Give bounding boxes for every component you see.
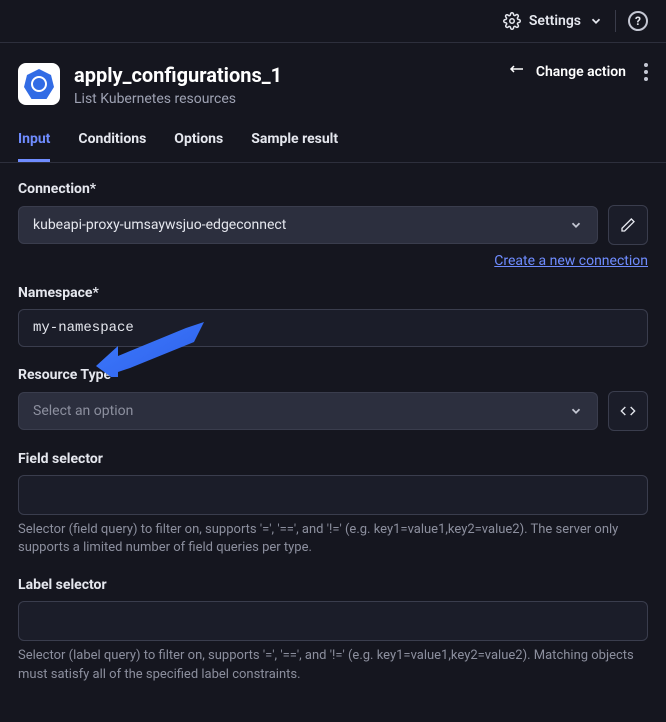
field-selector-label: Field selector xyxy=(18,451,648,467)
edit-connection-button[interactable] xyxy=(608,205,648,245)
page-title: apply_configurations_1 xyxy=(74,63,282,87)
settings-button[interactable]: Settings xyxy=(503,12,603,30)
create-connection-link[interactable]: Create a new connection xyxy=(18,253,648,269)
resource-type-select[interactable]: Select an option xyxy=(18,392,598,430)
pencil-icon xyxy=(620,217,636,233)
connection-select[interactable]: kubeapi-proxy-umsaywsjuo-edgeconnect xyxy=(18,206,598,244)
help-icon[interactable]: ? xyxy=(628,11,648,31)
tab-input[interactable]: Input xyxy=(18,123,50,162)
tab-options[interactable]: Options xyxy=(174,123,223,162)
resource-type-placeholder: Select an option xyxy=(33,403,133,419)
chevron-down-icon xyxy=(569,218,583,232)
label-selector-input[interactable] xyxy=(18,601,648,641)
settings-label: Settings xyxy=(529,13,581,29)
chevron-down-icon xyxy=(569,404,583,418)
namespace-label: Namespace* xyxy=(18,285,648,301)
page-subtitle: List Kubernetes resources xyxy=(74,91,282,107)
code-icon xyxy=(619,403,637,419)
tab-conditions[interactable]: Conditions xyxy=(78,123,146,162)
field-selector-input[interactable] xyxy=(18,475,648,515)
label-selector-helper: Selector (label query) to filter on, sup… xyxy=(18,647,648,683)
toggle-code-button[interactable] xyxy=(608,391,648,431)
namespace-input[interactable] xyxy=(18,309,648,347)
connection-label: Connection* xyxy=(18,181,648,197)
swap-icon xyxy=(508,64,526,80)
tab-sample-result[interactable]: Sample result xyxy=(251,123,338,162)
chevron-down-icon xyxy=(589,14,603,28)
kubernetes-icon xyxy=(18,63,60,105)
more-menu-button[interactable] xyxy=(644,63,648,81)
divider xyxy=(615,10,616,32)
change-action-button[interactable]: Change action xyxy=(508,64,626,80)
label-selector-label: Label selector xyxy=(18,577,648,593)
change-action-label: Change action xyxy=(536,64,626,80)
gear-icon xyxy=(503,12,521,30)
field-selector-helper: Selector (field query) to filter on, sup… xyxy=(18,521,648,557)
resource-type-label: Resource Type* xyxy=(18,367,648,383)
connection-value: kubeapi-proxy-umsaywsjuo-edgeconnect xyxy=(33,217,286,233)
